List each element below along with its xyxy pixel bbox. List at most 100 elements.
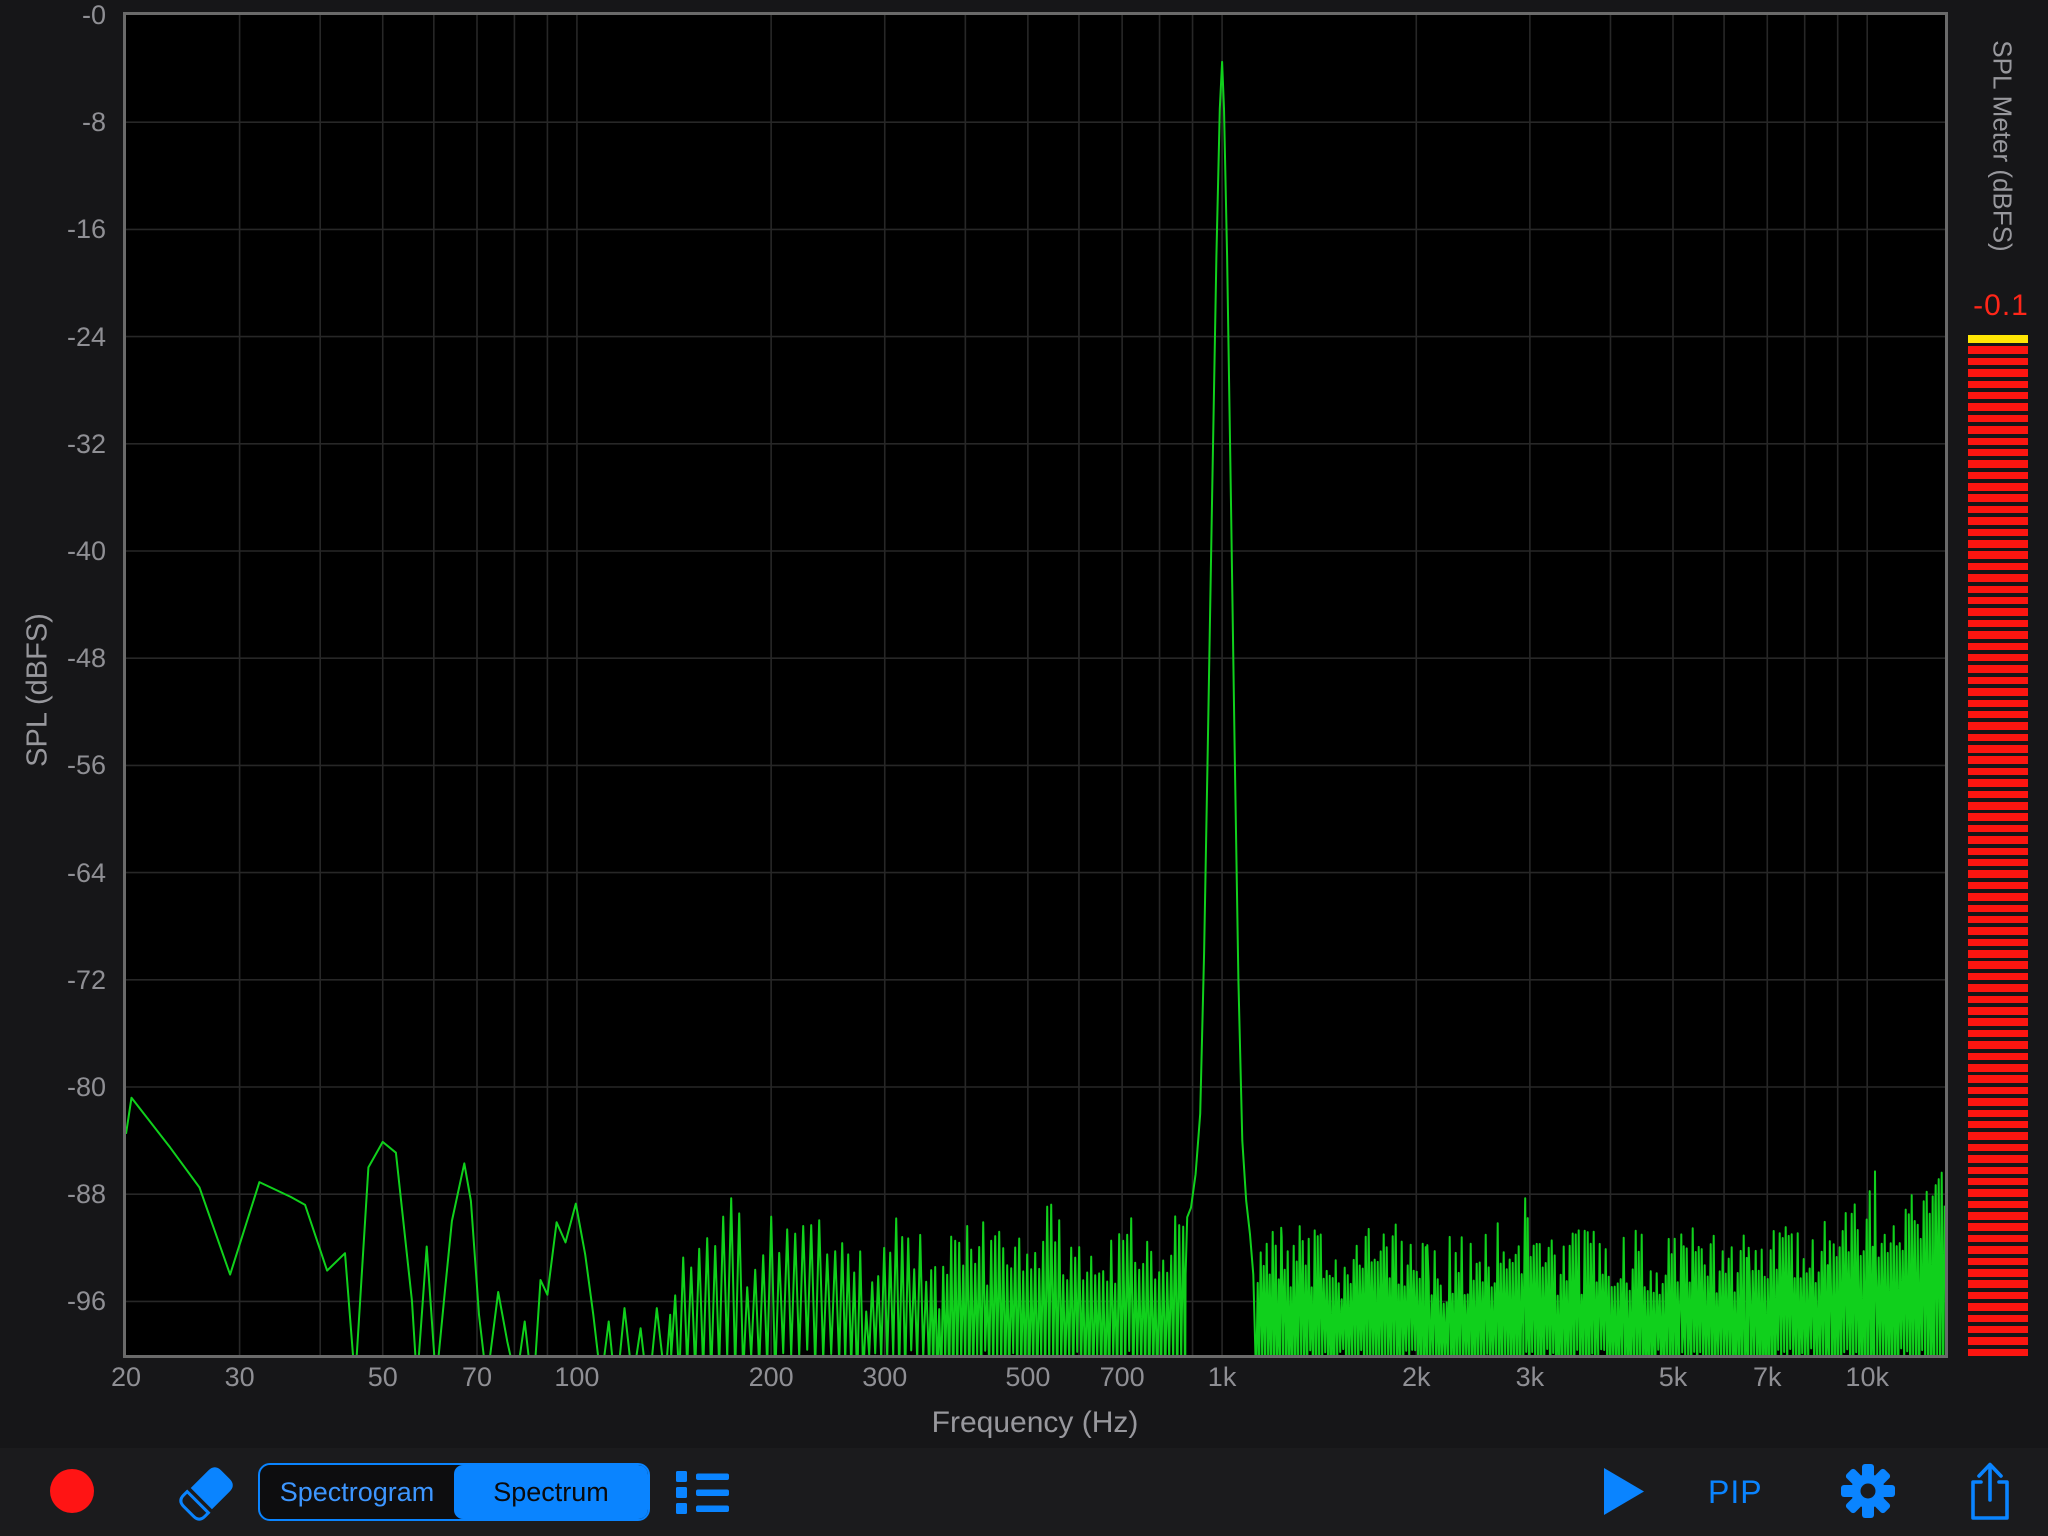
share-icon (1966, 1460, 2014, 1522)
y-tick-label: -64 (0, 857, 106, 889)
meter-segment (1968, 1064, 2028, 1072)
meter-segment (1968, 392, 2028, 400)
meter-segment (1968, 1144, 2028, 1152)
meter-segment (1968, 1258, 2028, 1266)
meter-segment (1968, 494, 2028, 502)
meter-segment (1968, 1235, 2028, 1243)
meter-segment (1968, 711, 2028, 719)
x-tick-label: 1k (1208, 1362, 1237, 1393)
x-tick-label: 3k (1516, 1362, 1545, 1393)
y-tick-label: -88 (0, 1178, 106, 1210)
meter-segment (1968, 483, 2028, 491)
list-icon (676, 1470, 730, 1516)
meter-segment (1968, 1189, 2028, 1197)
meter-segment (1968, 1053, 2028, 1061)
y-tick-label: -16 (0, 213, 106, 245)
meter-segment (1968, 1087, 2028, 1095)
meter-segment (1968, 1223, 2028, 1231)
meter-segment (1968, 369, 2028, 377)
view-mode-segmented-control: Spectrogram Spectrum (258, 1463, 650, 1521)
meter-segment (1968, 939, 2028, 947)
x-tick-label: 200 (749, 1362, 794, 1393)
y-tick-label: -40 (0, 535, 106, 567)
meter-segment (1968, 688, 2028, 696)
meter-segment (1968, 631, 2028, 639)
meter-segment (1968, 1337, 2028, 1345)
spl-meter-bar (1968, 335, 2028, 1360)
x-tick-label: 30 (225, 1362, 255, 1393)
spl-meter-title: SPL Meter (dBFS) (1987, 40, 2018, 251)
x-tick-label: 2k (1402, 1362, 1431, 1393)
meter-segment (1968, 722, 2028, 730)
meter-segment (1968, 893, 2028, 901)
y-tick-label: -96 (0, 1285, 106, 1317)
meter-segment (1968, 1155, 2028, 1163)
meter-segment (1968, 358, 2028, 366)
meter-segment (1968, 597, 2028, 605)
meter-segment (1968, 1303, 2028, 1311)
spectrum-trace (126, 62, 1945, 1355)
meter-segment (1968, 802, 2028, 810)
meter-segment (1968, 1075, 2028, 1083)
meter-segment (1968, 517, 2028, 525)
meter-segment (1968, 950, 2028, 958)
meter-segment (1968, 905, 2028, 913)
y-tick-label: -72 (0, 964, 106, 996)
meter-segment (1968, 756, 2028, 764)
meter-segment (1968, 996, 2028, 1004)
meter-segment (1968, 1212, 2028, 1220)
eraser-icon (175, 1460, 239, 1524)
bottom-toolbar: Spectrogram Spectrum PIP (0, 1448, 2048, 1536)
y-axis-title: SPL (dBFS) (22, 613, 55, 767)
meter-segment (1968, 563, 2028, 571)
meter-segment (1968, 677, 2028, 685)
meter-segment (1968, 1167, 2028, 1175)
meter-segment (1968, 882, 2028, 890)
meter-segment (1968, 734, 2028, 742)
meter-segment (1968, 700, 2028, 708)
meter-segment (1968, 1292, 2028, 1300)
meter-segment (1968, 1132, 2028, 1140)
meter-segment (1968, 916, 2028, 924)
x-tick-label: 300 (862, 1362, 907, 1393)
meter-segment (1968, 381, 2028, 389)
meter-segment (1968, 403, 2028, 411)
meter-segment (1968, 870, 2028, 878)
meter-segment (1968, 460, 2028, 468)
pip-button[interactable]: PIP (1708, 1474, 1763, 1511)
meter-segment (1968, 813, 2028, 821)
play-button[interactable] (1604, 1468, 1644, 1515)
meter-segment (1968, 927, 2028, 935)
x-tick-label: 500 (1005, 1362, 1050, 1393)
meter-segment (1968, 1007, 2028, 1015)
meter-segment (1968, 836, 2028, 844)
meter-segment (1968, 415, 2028, 423)
share-button[interactable] (1966, 1460, 2014, 1522)
meter-segment (1968, 506, 2028, 514)
meter-segment (1968, 586, 2028, 594)
x-tick-label: 700 (1100, 1362, 1145, 1393)
spl-meter-value: -0.1 (1973, 289, 2029, 323)
record-icon (50, 1469, 94, 1513)
y-tick-label: -80 (0, 1071, 106, 1103)
tab-spectrum[interactable]: Spectrum (454, 1465, 648, 1519)
spectrum-plot-canvas (126, 15, 1945, 1355)
meter-segment (1968, 1121, 2028, 1129)
x-tick-label: 50 (368, 1362, 398, 1393)
list-button[interactable] (676, 1470, 730, 1516)
x-axis-title: Frequency (Hz) (932, 1406, 1139, 1440)
tab-spectrogram[interactable]: Spectrogram (260, 1465, 454, 1519)
meter-segment (1968, 779, 2028, 787)
x-tick-label: 20 (111, 1362, 141, 1393)
spectrum-plot[interactable] (123, 12, 1948, 1358)
meter-segment (1968, 961, 2028, 969)
meter-segment (1968, 529, 2028, 537)
meter-segment (1968, 1098, 2028, 1106)
meter-segment (1968, 551, 2028, 559)
meter-segment (1968, 472, 2028, 480)
x-tick-label: 10k (1845, 1362, 1889, 1393)
meter-segment (1968, 1041, 2028, 1049)
record-button[interactable] (50, 1469, 94, 1513)
erase-button[interactable] (175, 1460, 239, 1524)
settings-button[interactable] (1841, 1464, 1895, 1518)
